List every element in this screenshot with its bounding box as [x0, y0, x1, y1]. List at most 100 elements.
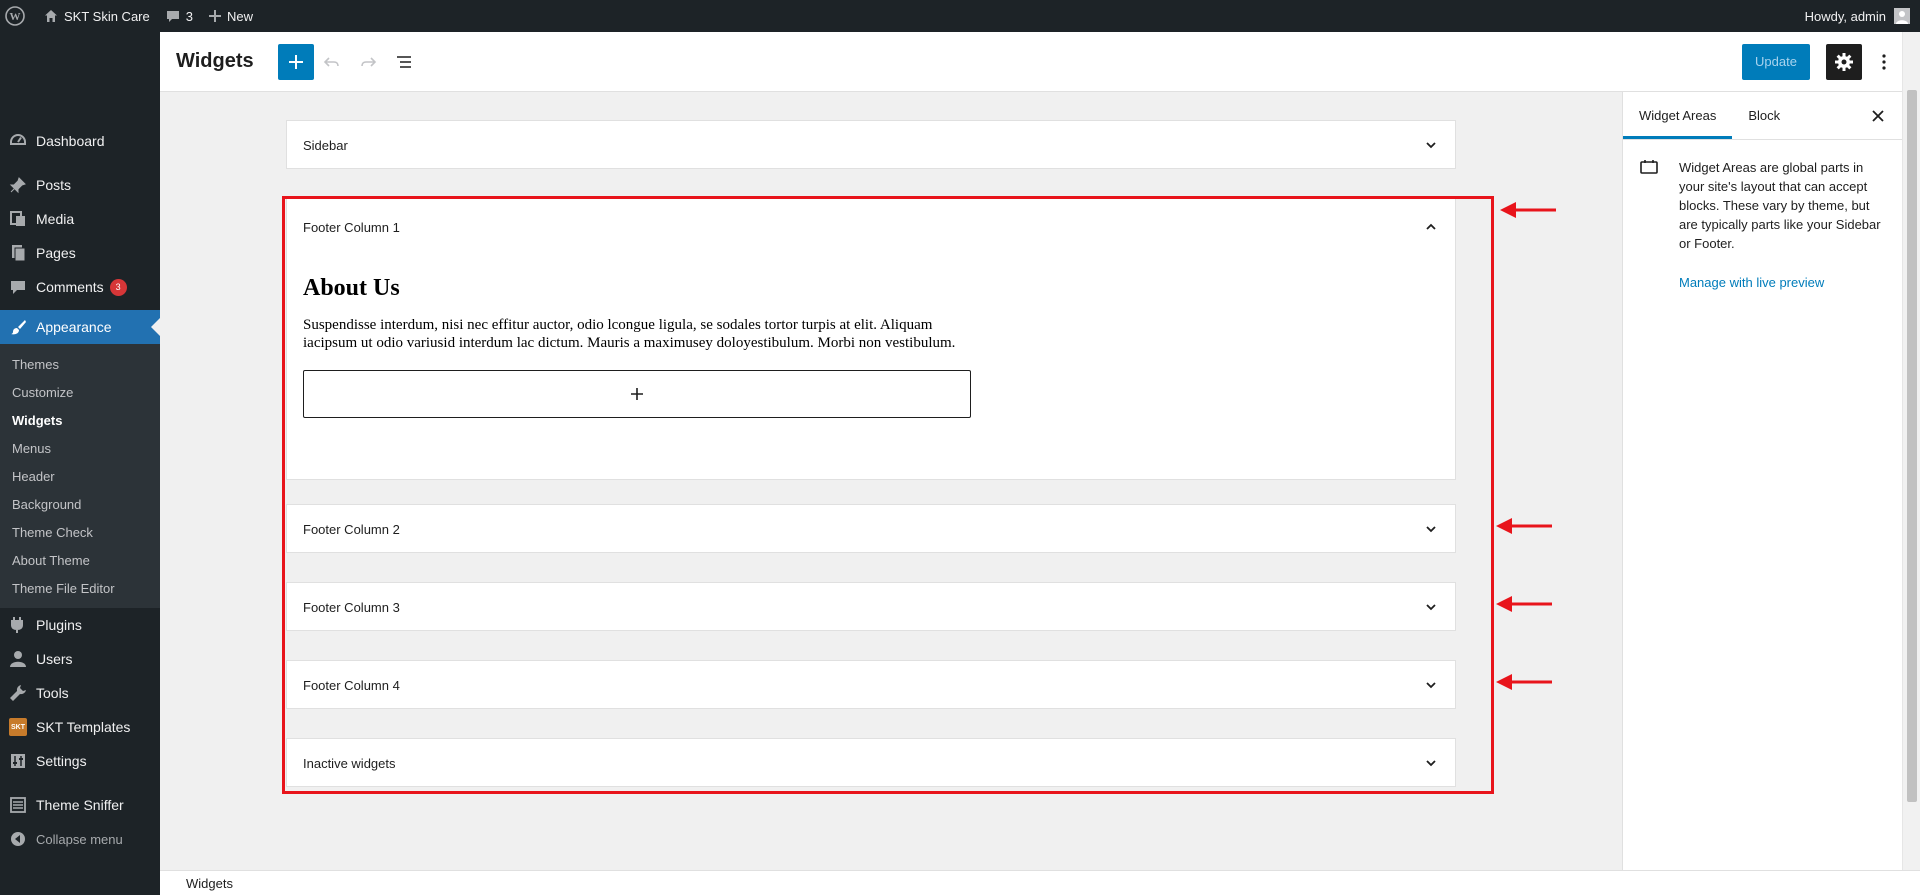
menu-item-tools[interactable]: Tools: [0, 676, 160, 710]
menu-label-skt-templates: SKT Templates: [36, 719, 131, 735]
admin-menu: Dashboard Posts Media Pages Comments 3 A…: [0, 32, 160, 895]
chevron-down-icon: [1423, 677, 1439, 693]
list-view-icon: [396, 55, 411, 68]
comments-count: 3: [185, 8, 193, 24]
widget-area-header[interactable]: Inactive widgets: [287, 739, 1455, 787]
submenu-theme-check[interactable]: Theme Check: [0, 518, 160, 546]
chevron-down-icon: [1423, 137, 1439, 153]
highlight-arrow-icon: [1496, 674, 1552, 690]
menu-item-pages[interactable]: Pages: [0, 236, 160, 270]
redo-button[interactable]: [350, 44, 386, 80]
widget-area-footer-column-1[interactable]: Footer Column 1 About Us Suspendisse int…: [286, 198, 1456, 480]
menu-item-plugins[interactable]: Plugins: [0, 608, 160, 642]
svg-text:W: W: [10, 11, 21, 23]
submenu-widgets[interactable]: Widgets: [0, 406, 160, 434]
comments-badge: 3: [109, 278, 127, 296]
about-paragraph[interactable]: Suspendisse interdum, nisi nec effitur a…: [303, 316, 973, 352]
widget-area-title: Inactive widgets: [303, 755, 396, 771]
gear-icon: [1835, 52, 1853, 71]
new-label: New: [226, 8, 253, 24]
tab-widget-areas[interactable]: Widget Areas: [1623, 92, 1732, 139]
widget-area-footer-column-3[interactable]: Footer Column 3: [286, 582, 1456, 631]
block-breadcrumb: Widgets: [160, 870, 1920, 895]
admin-bar: W SKT Skin Care 3 New Howdy, admin: [0, 0, 1920, 32]
highlight-arrow-icon: [1500, 202, 1556, 218]
widget-area-header[interactable]: Footer Column 4: [287, 661, 1455, 709]
menu-item-dashboard[interactable]: Dashboard: [0, 124, 160, 158]
widget-area-sidebar[interactable]: Sidebar: [286, 120, 1456, 169]
menu-item-media[interactable]: Media: [0, 202, 160, 236]
plus-icon: [631, 388, 643, 400]
about-heading[interactable]: About Us: [303, 275, 1439, 302]
home-icon: [45, 10, 57, 22]
menu-label-theme-sniffer: Theme Sniffer: [36, 797, 124, 813]
submenu-background[interactable]: Background: [0, 490, 160, 518]
users-icon: [8, 649, 28, 669]
widget-area-footer-column-2[interactable]: Footer Column 2: [286, 504, 1456, 553]
wordpress-logo-icon[interactable]: W: [0, 0, 36, 32]
skt-logo-icon: SKT: [8, 717, 28, 737]
avatar: [1894, 8, 1910, 24]
menu-item-appearance[interactable]: Appearance: [0, 310, 160, 344]
widget-area-header[interactable]: Sidebar: [287, 121, 1455, 169]
chevron-up-icon: [1423, 219, 1439, 235]
widget-area-title: Sidebar: [303, 137, 348, 153]
submenu-about-theme[interactable]: About Theme: [0, 546, 160, 574]
menu-item-users[interactable]: Users: [0, 642, 160, 676]
widget-areas-panel: Widget Areas are global parts in your si…: [1623, 140, 1902, 306]
comment-bubble-icon: [166, 11, 179, 22]
pages-icon: [8, 243, 28, 263]
add-block-button[interactable]: [303, 370, 971, 418]
breadcrumb-item-widgets[interactable]: Widgets: [186, 876, 233, 891]
submenu-theme-file-editor[interactable]: Theme File Editor: [0, 574, 160, 602]
close-sidebar-button[interactable]: [1854, 92, 1902, 139]
menu-item-theme-sniffer[interactable]: Theme Sniffer: [0, 788, 160, 822]
editor-header: Widgets Update: [160, 32, 1920, 92]
widget-areas-description: Widget Areas are global parts in your si…: [1679, 160, 1881, 251]
comments-icon: [8, 277, 28, 297]
widget-area-content: About Us Suspendisse interdum, nisi nec …: [287, 275, 1455, 418]
menu-label-comments: Comments: [36, 279, 104, 295]
scrollbar-thumb[interactable]: [1907, 90, 1917, 802]
wrench-icon: [8, 683, 28, 703]
collapse-menu-button[interactable]: Collapse menu: [0, 822, 160, 856]
menu-label-posts: Posts: [36, 177, 72, 193]
plus-icon: [288, 54, 303, 69]
tab-block[interactable]: Block: [1732, 92, 1796, 139]
options-menu-button[interactable]: [1866, 44, 1902, 80]
widget-area-header[interactable]: Footer Column 1: [287, 199, 1455, 255]
collapse-icon: [8, 829, 28, 849]
appearance-submenu: Themes Customize Widgets Menus Header Ba…: [0, 344, 160, 608]
widget-area-footer-column-4[interactable]: Footer Column 4: [286, 660, 1456, 709]
chevron-down-icon: [1423, 521, 1439, 537]
widget-area-header[interactable]: Footer Column 2: [287, 505, 1455, 553]
submenu-customize[interactable]: Customize: [0, 378, 160, 406]
menu-label-collapse: Collapse menu: [36, 831, 123, 847]
comments-link[interactable]: 3: [158, 0, 201, 32]
widget-area-header[interactable]: Footer Column 3: [287, 583, 1455, 631]
redo-icon: [360, 56, 376, 67]
settings-button[interactable]: [1826, 43, 1862, 80]
menu-item-skt-templates[interactable]: SKT SKT Templates: [0, 710, 160, 744]
submenu-themes[interactable]: Themes: [0, 350, 160, 378]
menu-item-posts[interactable]: Posts: [0, 168, 160, 202]
submenu-header[interactable]: Header: [0, 462, 160, 490]
chevron-down-icon: [1423, 755, 1439, 771]
menu-item-comments[interactable]: Comments 3: [0, 270, 160, 304]
manage-live-preview-link[interactable]: Manage with live preview: [1679, 275, 1886, 290]
site-name-link[interactable]: SKT Skin Care: [36, 0, 158, 32]
pushpin-icon: [8, 175, 28, 195]
menu-label-settings: Settings: [36, 753, 87, 769]
list-view-button[interactable]: [386, 44, 422, 80]
menu-item-settings[interactable]: Settings: [0, 744, 160, 778]
page-scrollbar[interactable]: [1902, 32, 1920, 870]
block-inserter-button[interactable]: [277, 43, 314, 80]
my-account-link[interactable]: Howdy, admin: [1797, 0, 1920, 32]
update-button[interactable]: Update: [1742, 43, 1810, 80]
submenu-menus[interactable]: Menus: [0, 434, 160, 462]
new-content-link[interactable]: New: [201, 0, 261, 32]
undo-button[interactable]: [314, 44, 350, 80]
widget-area-icon: [1639, 158, 1663, 290]
widget-area-title: Footer Column 2: [303, 521, 400, 537]
widget-area-inactive-widgets[interactable]: Inactive widgets: [286, 738, 1456, 787]
